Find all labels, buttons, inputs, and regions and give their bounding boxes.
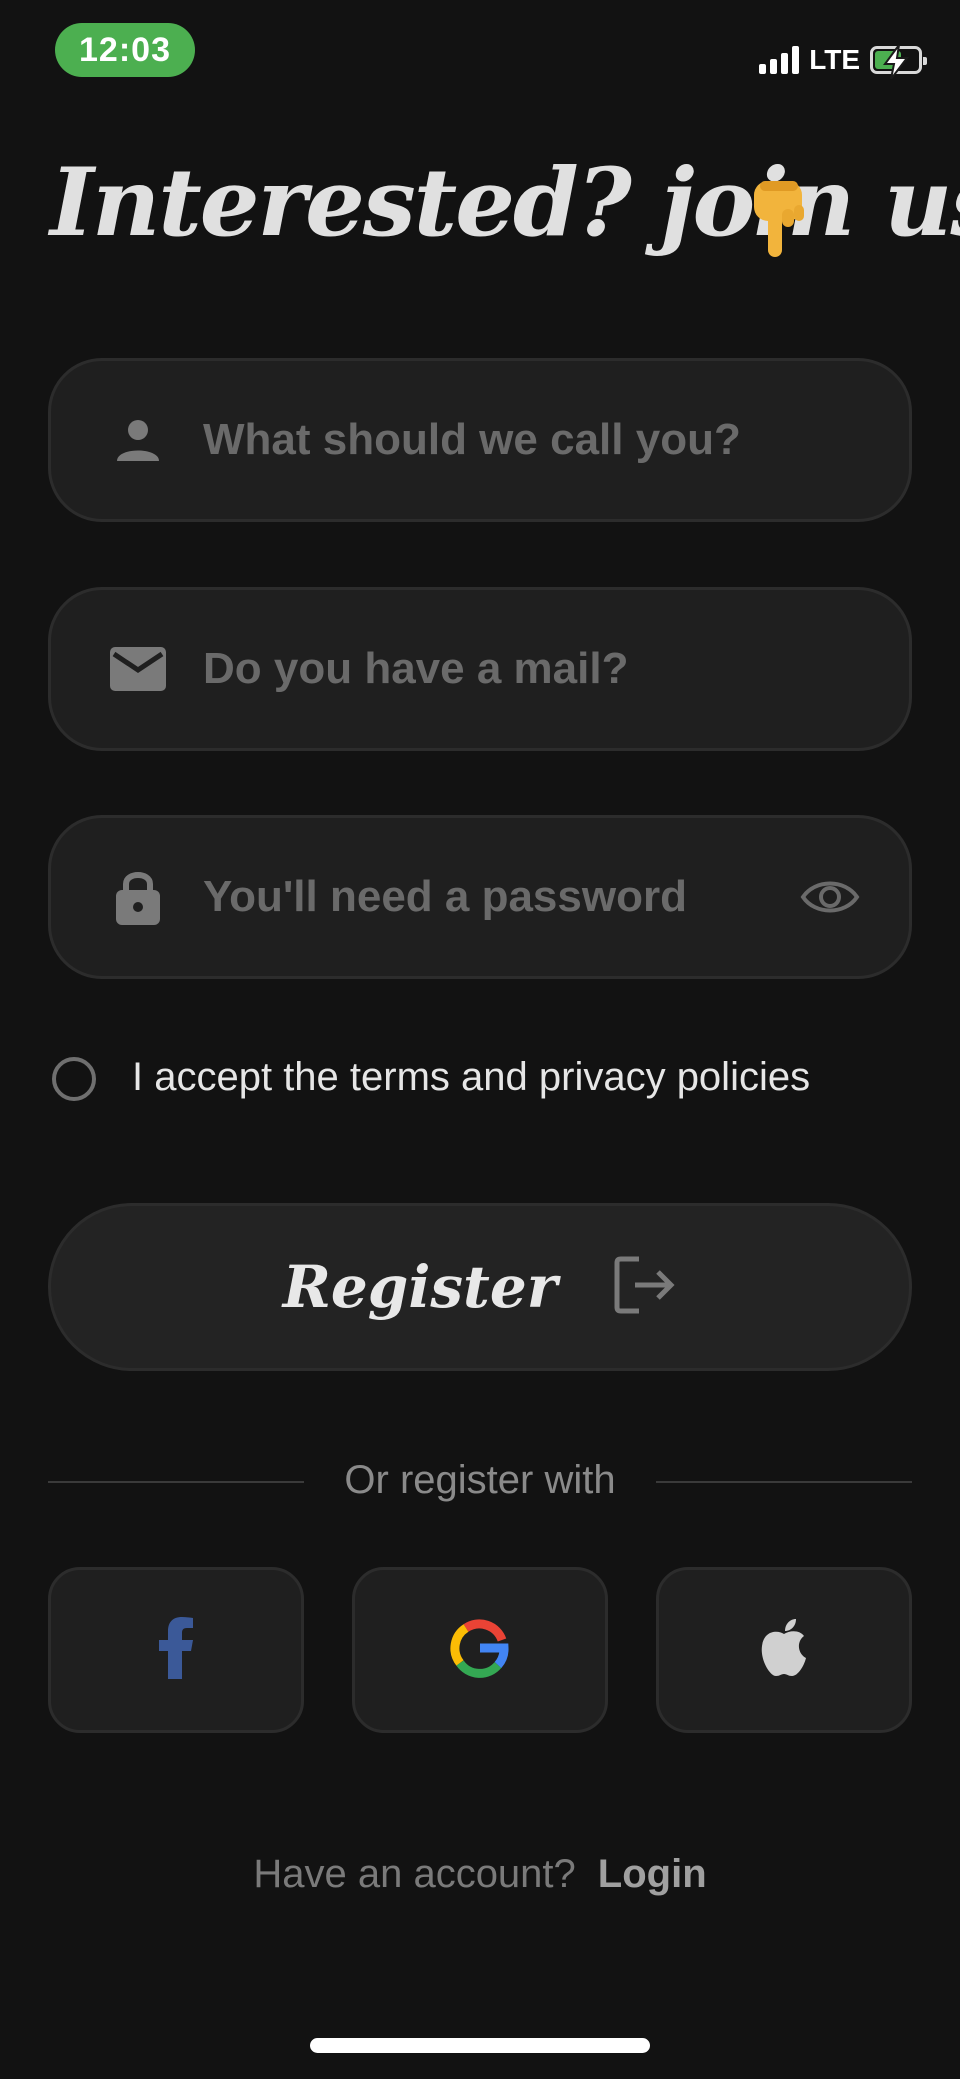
battery-icon (870, 45, 927, 79)
google-icon (450, 1618, 510, 1683)
name-input[interactable] (201, 360, 909, 520)
register-button[interactable]: Register (48, 1203, 912, 1371)
user-icon (105, 407, 171, 473)
account-question: Have an account? (253, 1852, 576, 1896)
status-time: 12:03 (55, 23, 195, 77)
facebook-icon (156, 1616, 196, 1684)
mail-icon (105, 636, 171, 702)
password-field[interactable] (48, 815, 912, 979)
login-link[interactable]: Login (598, 1852, 707, 1896)
email-field[interactable] (48, 587, 912, 751)
register-label: Register (282, 1253, 558, 1321)
name-field[interactable] (48, 358, 912, 522)
logout-arrow-icon (613, 1255, 677, 1320)
terms-label: I accept the terms and privacy policies (132, 1055, 811, 1099)
signal-icon (759, 46, 800, 74)
lock-icon (105, 864, 171, 930)
facebook-button[interactable] (48, 1567, 304, 1733)
email-input[interactable] (201, 589, 909, 749)
apple-button[interactable] (656, 1567, 912, 1733)
login-prompt: Have an account? Login (0, 1852, 960, 1897)
google-button[interactable] (352, 1567, 608, 1733)
home-indicator[interactable] (310, 2038, 650, 2053)
network-label: LTE (809, 44, 860, 75)
terms-checkbox[interactable] (52, 1057, 96, 1101)
password-input[interactable] (201, 817, 795, 977)
divider-line-right (656, 1481, 912, 1483)
pointing-down-hand-icon (750, 175, 830, 270)
eye-icon[interactable] (795, 862, 865, 932)
status-icons: LTE (759, 40, 927, 80)
apple-icon (758, 1618, 810, 1683)
